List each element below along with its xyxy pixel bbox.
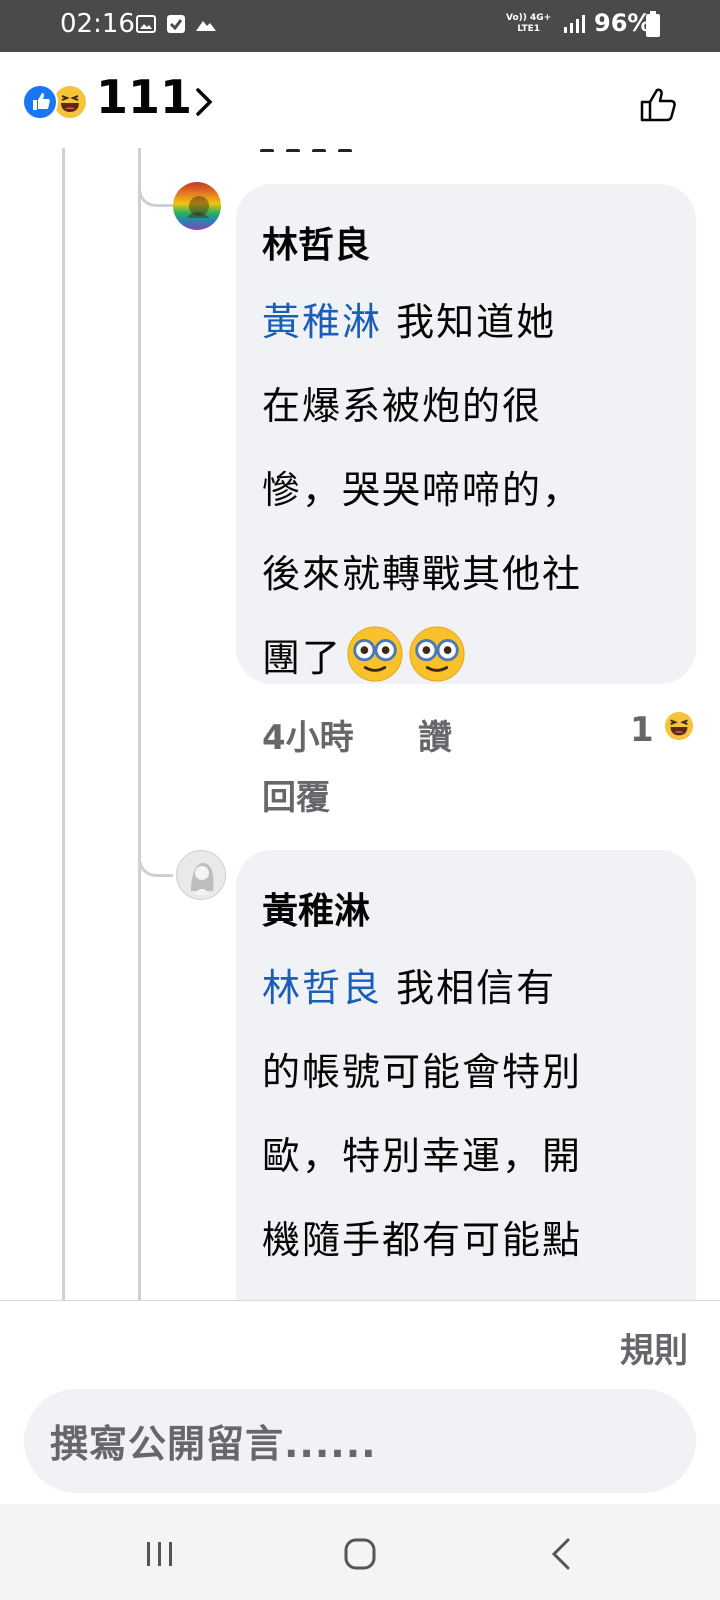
haha-reaction-icon[interactable]: [664, 711, 694, 741]
comment-author[interactable]: 林哲良: [262, 216, 370, 268]
battery-icon: [646, 11, 660, 37]
reaction-count[interactable]: 111: [96, 70, 192, 124]
comment-line: 機隨手都有可能點: [262, 1218, 583, 1262]
home-icon[interactable]: [340, 1534, 380, 1574]
comment-line: 我相信有: [396, 966, 557, 1010]
check-box-icon: [167, 15, 185, 33]
network-indicator: Vo)) 4G+ LTE1: [506, 13, 551, 35]
avatar[interactable]: [176, 850, 226, 900]
comment-line: 我知道她: [396, 300, 557, 344]
comment-line: 慘，哭哭啼啼的，: [262, 468, 583, 512]
comment-input[interactable]: 撰寫公開留言......: [24, 1389, 696, 1493]
comment-line: 在爆系被炮的很: [262, 384, 543, 428]
network-lte: LTE1: [517, 24, 540, 34]
battery-percent: 96%: [594, 9, 652, 37]
recent-apps-icon[interactable]: [140, 1534, 180, 1574]
like-comment-button[interactable]: 讚: [418, 710, 452, 759]
nerd-face-icon: [347, 626, 403, 682]
network-type: Vo)) 4G+: [506, 13, 552, 23]
reply-connector: [138, 178, 173, 207]
comment-bubble[interactable]: 林哲良 黃稚淋 我知道她 在爆系被炮的很 慘，哭哭啼啼的， 後來就轉戰其他社 團…: [236, 184, 696, 684]
comment-time: 4小時: [262, 718, 354, 758]
thread-line: [62, 148, 65, 1300]
chevron-right-icon[interactable]: [192, 86, 216, 118]
gallery-icon: [136, 15, 156, 33]
signal-icon: [564, 15, 585, 33]
comment-line: 的帳號可能會特別: [262, 1050, 583, 1094]
mountain-icon: [196, 21, 216, 31]
comment-author[interactable]: 黃稚淋: [262, 882, 370, 934]
status-bar: 02:16 Vo)) 4G+ LTE1 96%: [0, 0, 720, 52]
system-nav-bar: [0, 1504, 720, 1600]
like-reaction-icon[interactable]: [22, 84, 58, 120]
comment-input-placeholder: 撰寫公開留言......: [50, 1422, 377, 1466]
nerd-face-icon: [409, 626, 465, 682]
avatar[interactable]: [173, 182, 221, 230]
mention-link[interactable]: 黃稚淋: [262, 300, 382, 344]
comment-line: 團了: [262, 636, 343, 680]
comment-bubble[interactable]: 黃稚淋 林哲良 我相信有 的帳號可能會特別 歐，特別幸運，開 機隨手都有可能點 …: [236, 850, 696, 1370]
back-icon[interactable]: [542, 1534, 582, 1574]
comment-text: 黃稚淋 我知道她 在爆系被炮的很 慘，哭哭啼啼的， 後來就轉戰其他社 團了: [262, 280, 672, 700]
mention-link[interactable]: 林哲良: [262, 966, 382, 1010]
comment-line: 後來就轉戰其他社: [262, 552, 583, 596]
comment-line: 歐，特別幸運，開: [262, 1134, 583, 1178]
clipped-previous-text: [260, 138, 380, 152]
thread-line: [138, 148, 141, 1300]
like-button-icon[interactable]: [638, 82, 682, 126]
comment-reaction-count[interactable]: 1: [630, 710, 654, 750]
reply-button[interactable]: 回覆: [262, 770, 330, 819]
comment-footer: 規則 撰寫公開留言......: [0, 1300, 720, 1505]
status-time: 02:16: [60, 9, 135, 39]
reactions-header: 111: [0, 52, 720, 148]
rules-link[interactable]: 規則: [620, 1323, 688, 1372]
reply-connector: [138, 848, 173, 877]
